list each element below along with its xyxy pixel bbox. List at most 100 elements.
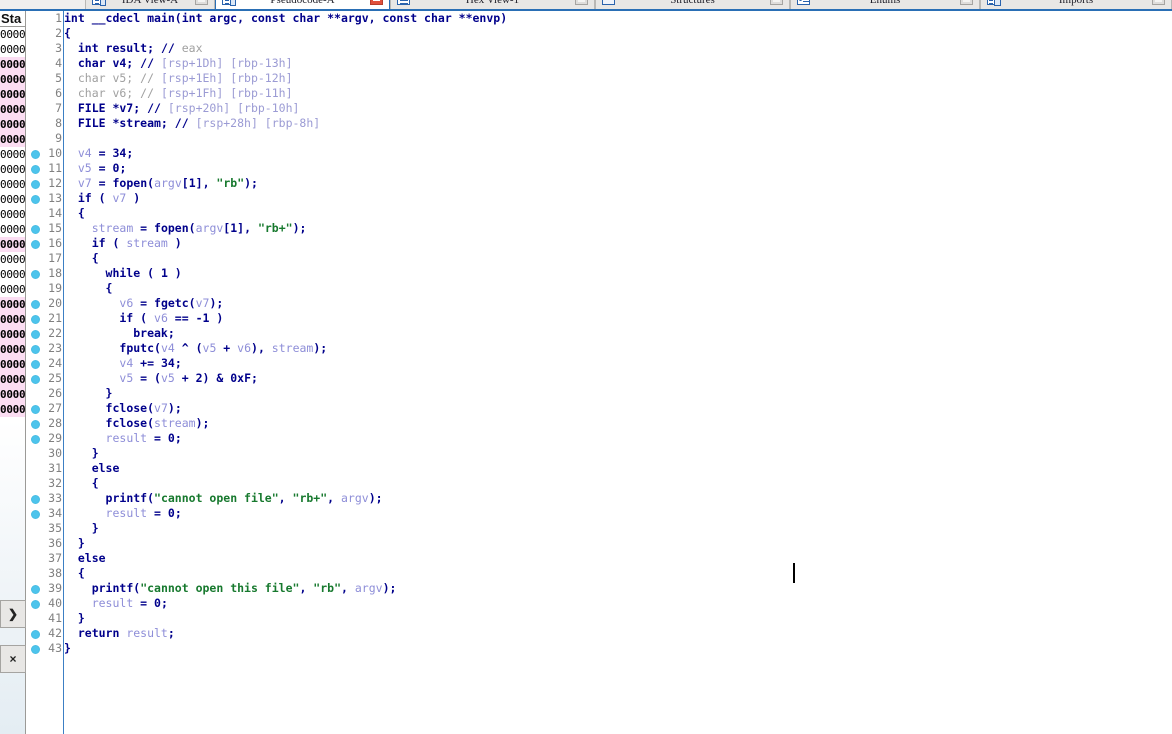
code-line[interactable]: if ( v6 == -1 ) xyxy=(64,311,507,326)
gutter-row[interactable]: 34 xyxy=(27,506,63,521)
gutter-row[interactable]: 25 xyxy=(27,371,63,386)
code-line[interactable]: while ( 1 ) xyxy=(64,266,507,281)
maximize-box-icon[interactable] xyxy=(575,0,588,5)
maximize-box-icon[interactable] xyxy=(960,0,973,5)
gutter-row[interactable]: 42 xyxy=(27,626,63,641)
tab-enums[interactable]: Enums xyxy=(790,0,980,11)
code-line[interactable]: v6 = fgetc(v7); xyxy=(64,296,507,311)
breakpoint-icon[interactable] xyxy=(31,315,40,324)
gutter-row[interactable]: 38 xyxy=(27,566,63,581)
gutter-row[interactable]: 33 xyxy=(27,491,63,506)
stack-row[interactable]: 0000 xyxy=(0,357,25,372)
tab-imports[interactable]: Imports xyxy=(980,0,1172,11)
code-line[interactable]: int result; // eax xyxy=(64,41,507,56)
breakpoint-icon[interactable] xyxy=(31,600,40,609)
gutter-row[interactable]: 35 xyxy=(27,521,63,536)
stack-row[interactable]: 0000 xyxy=(0,267,25,282)
maximize-box-icon[interactable] xyxy=(195,0,208,5)
code-line[interactable]: v5 = (v5 + 2) & 0xF; xyxy=(64,371,507,386)
stack-view-panel[interactable]: Sta 0000 0000 0000 0000 0000 0000 0000 0000 0000… xyxy=(0,11,26,420)
breakpoint-icon[interactable] xyxy=(31,345,40,354)
gutter-row[interactable]: 10 xyxy=(27,146,63,161)
gutter-row[interactable]: 17 xyxy=(27,251,63,266)
stack-row[interactable]: 0000 xyxy=(0,312,25,327)
tab-pseudocode-a[interactable]: Pseudocode-A xyxy=(215,0,390,11)
stack-row[interactable]: 0000 xyxy=(0,402,25,417)
code-line[interactable]: v4 = 34; xyxy=(64,146,507,161)
stack-row-list[interactable]: 0000 0000 0000 0000 0000 0000 0000 0000 0000 0000… xyxy=(0,27,25,417)
code-line[interactable]: } xyxy=(64,536,507,551)
stack-row[interactable]: 0000 xyxy=(0,252,25,267)
code-line[interactable]: if ( stream ) xyxy=(64,236,507,251)
gutter-row[interactable]: 43 xyxy=(27,641,63,656)
code-line[interactable]: } xyxy=(64,641,507,656)
code-line[interactable]: char v6; // [rsp+1Fh] [rbp-11h] xyxy=(64,86,507,101)
code-line[interactable]: v7 = fopen(argv[1], "rb"); xyxy=(64,176,507,191)
stack-row[interactable]: 0000 xyxy=(0,132,25,147)
gutter-row[interactable]: 6 xyxy=(27,86,63,101)
gutter-row[interactable]: 5 xyxy=(27,71,63,86)
stack-row[interactable]: 0000 xyxy=(0,57,25,72)
code-line[interactable]: char v4; // [rsp+1Dh] [rbp-13h] xyxy=(64,56,507,71)
breakpoint-icon[interactable] xyxy=(31,375,40,384)
breakpoint-icon[interactable] xyxy=(31,495,40,504)
breakpoint-icon[interactable] xyxy=(31,510,40,519)
pseudocode-editor[interactable]: int __cdecl main(int argc, const char **… xyxy=(63,11,1172,734)
breakpoint-icon[interactable] xyxy=(31,225,40,234)
gutter-row[interactable]: 37 xyxy=(27,551,63,566)
editor-gutter[interactable]: 1 2 3 4 5 6 7 8 9 10 11 12 13 14 15 16 17 18 19 20 21 22 23 24 2… xyxy=(27,11,63,734)
close-box-icon[interactable] xyxy=(370,0,383,5)
gutter-row[interactable]: 18 xyxy=(27,266,63,281)
gutter-row[interactable]: 31 xyxy=(27,461,63,476)
tab-bar[interactable]: IDA View-A Pseudocode-A Hex View-1 Structur… xyxy=(0,0,1172,11)
stack-row[interactable]: 0000 xyxy=(0,177,25,192)
breakpoint-icon[interactable] xyxy=(31,585,40,594)
gutter-row[interactable]: 11 xyxy=(27,161,63,176)
stack-row[interactable]: 0000 xyxy=(0,87,25,102)
pseudocode-text[interactable]: int __cdecl main(int argc, const char **… xyxy=(64,11,507,656)
stack-row[interactable]: 0000 xyxy=(0,387,25,402)
breakpoint-icon[interactable] xyxy=(31,270,40,279)
code-line[interactable] xyxy=(64,131,507,146)
gutter-row[interactable]: 19 xyxy=(27,281,63,296)
gutter-row[interactable]: 14 xyxy=(27,206,63,221)
code-line[interactable]: fclose(v7); xyxy=(64,401,507,416)
gutter-row[interactable]: 1 xyxy=(27,11,63,26)
code-line[interactable]: else xyxy=(64,551,507,566)
code-line[interactable]: result = 0; xyxy=(64,431,507,446)
tab-structures[interactable]: Structures xyxy=(595,0,790,11)
stack-row[interactable]: 0000 xyxy=(0,372,25,387)
gutter-row[interactable]: 23 xyxy=(27,341,63,356)
code-line[interactable]: else xyxy=(64,461,507,476)
gutter-row[interactable]: 27 xyxy=(27,401,63,416)
gutter-row[interactable]: 21 xyxy=(27,311,63,326)
code-line[interactable]: fclose(stream); xyxy=(64,416,507,431)
breakpoint-icon[interactable] xyxy=(31,180,40,189)
breakpoint-icon[interactable] xyxy=(31,405,40,414)
stack-row[interactable]: 0000 xyxy=(0,342,25,357)
code-line[interactable]: printf("cannot open this file", "rb", ar… xyxy=(64,581,507,596)
code-line[interactable]: } xyxy=(64,611,507,626)
stack-row[interactable]: 0000 xyxy=(0,222,25,237)
tab-ida-view-a[interactable]: IDA View-A xyxy=(85,0,215,11)
stack-row[interactable]: 0000 xyxy=(0,297,25,312)
stack-row[interactable]: 0000 xyxy=(0,327,25,342)
gutter-row[interactable]: 29 xyxy=(27,431,63,446)
code-line[interactable]: printf("cannot open file", "rb+", argv); xyxy=(64,491,507,506)
breakpoint-icon[interactable] xyxy=(31,330,40,339)
stack-row[interactable]: 0000 xyxy=(0,162,25,177)
stack-row[interactable]: 0000 xyxy=(0,207,25,222)
code-line[interactable]: { xyxy=(64,476,507,491)
breakpoint-icon[interactable] xyxy=(31,240,40,249)
gutter-row[interactable]: 4 xyxy=(27,56,63,71)
code-line[interactable]: FILE *stream; // [rsp+28h] [rbp-8h] xyxy=(64,116,507,131)
gutter-row[interactable]: 28 xyxy=(27,416,63,431)
gutter-row[interactable]: 3 xyxy=(27,41,63,56)
gutter-row[interactable]: 2 xyxy=(27,26,63,41)
code-line[interactable]: FILE *v7; // [rsp+20h] [rbp-10h] xyxy=(64,101,507,116)
stack-row[interactable]: 0000 xyxy=(0,237,25,252)
gutter-row[interactable]: 30 xyxy=(27,446,63,461)
stack-row[interactable]: 0000 xyxy=(0,147,25,162)
code-line[interactable]: { xyxy=(64,26,507,41)
gutter-row[interactable]: 9 xyxy=(27,131,63,146)
